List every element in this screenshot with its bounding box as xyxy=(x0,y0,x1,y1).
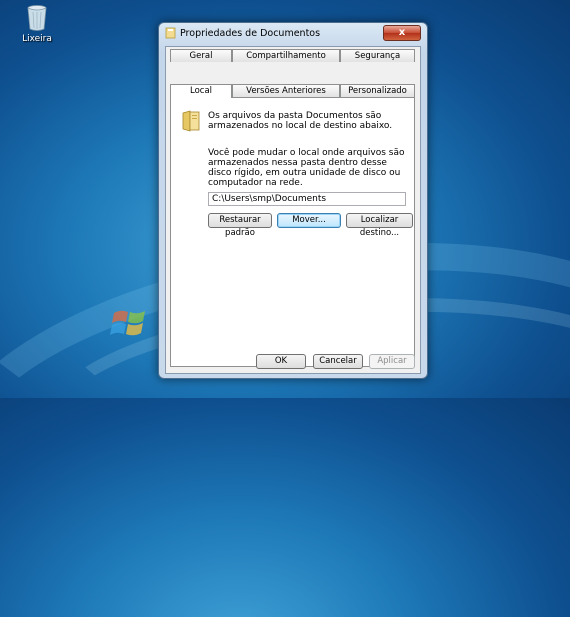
apply-button[interactable]: Aplicar xyxy=(369,354,415,369)
find-target-button[interactable]: Localizar destino... xyxy=(346,213,413,238)
windows-logo-icon xyxy=(110,310,145,336)
tab-compartilhamento[interactable]: Compartilhamento xyxy=(232,49,340,62)
tab-seguranca[interactable]: Segurança xyxy=(340,49,415,62)
dialog-client: Geral Compartilhamento Segurança Local V… xyxy=(165,46,421,374)
move-button[interactable]: Mover... xyxy=(277,213,341,228)
close-button[interactable]: x xyxy=(383,25,421,41)
cancel-button[interactable]: Cancelar xyxy=(313,354,363,369)
recycle-bin-icon xyxy=(27,5,47,31)
restore-default-button[interactable]: Restaurar padrão xyxy=(208,213,272,238)
close-icon: x xyxy=(398,27,406,38)
location-description: Os arquivos da pasta Documentos são arma… xyxy=(208,111,393,131)
folder-icon xyxy=(182,110,200,132)
window-title: Propriedades de Documentos xyxy=(180,28,321,39)
tab-panel-local: Os arquivos da pasta Documentos são arma… xyxy=(170,97,415,367)
folder-icon xyxy=(165,27,176,39)
title-bar[interactable]: Propriedades de Documentos x xyxy=(159,23,427,43)
tab-geral[interactable]: Geral xyxy=(170,49,232,62)
tab-versoes-anteriores[interactable]: Versões Anteriores xyxy=(232,84,340,97)
tab-personalizado[interactable]: Personalizado xyxy=(340,84,415,97)
tab-local[interactable]: Local xyxy=(170,84,232,98)
recycle-bin[interactable]: Lixeira xyxy=(20,4,54,44)
recycle-bin-label: Lixeira xyxy=(22,34,52,44)
properties-dialog: Propriedades de Documentos x Geral Compa… xyxy=(158,22,428,379)
move-description: Você pode mudar o local onde arquivos sã… xyxy=(208,148,405,188)
location-path-input[interactable]: C:\Users\smp\Documents xyxy=(208,192,406,206)
ok-button[interactable]: OK xyxy=(256,354,306,369)
